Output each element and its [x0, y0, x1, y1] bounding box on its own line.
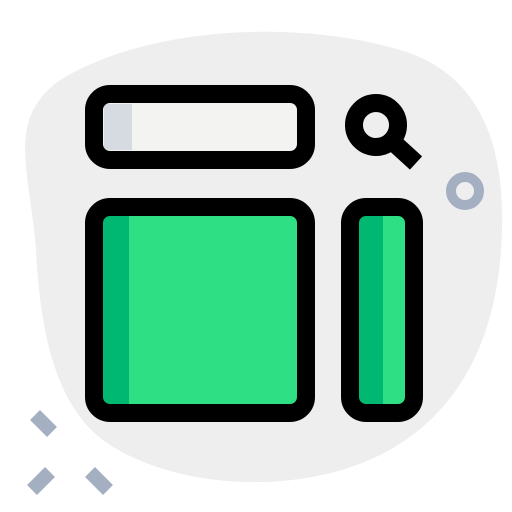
icon-canvas: [0, 0, 512, 512]
sparkle-dash-bottom-right: [85, 467, 113, 495]
sparkle-dash-top: [30, 410, 57, 437]
side-panel: [341, 198, 423, 422]
search-bar: [85, 85, 315, 169]
main-content-panel: [85, 198, 315, 422]
web-layout-search-icon: [25, 31, 503, 495]
sparkle-dash-bottom-left: [27, 467, 55, 495]
side-panel-shade: [359, 216, 383, 404]
main-panel-shade: [103, 216, 129, 404]
search-bar-shade: [104, 104, 132, 150]
